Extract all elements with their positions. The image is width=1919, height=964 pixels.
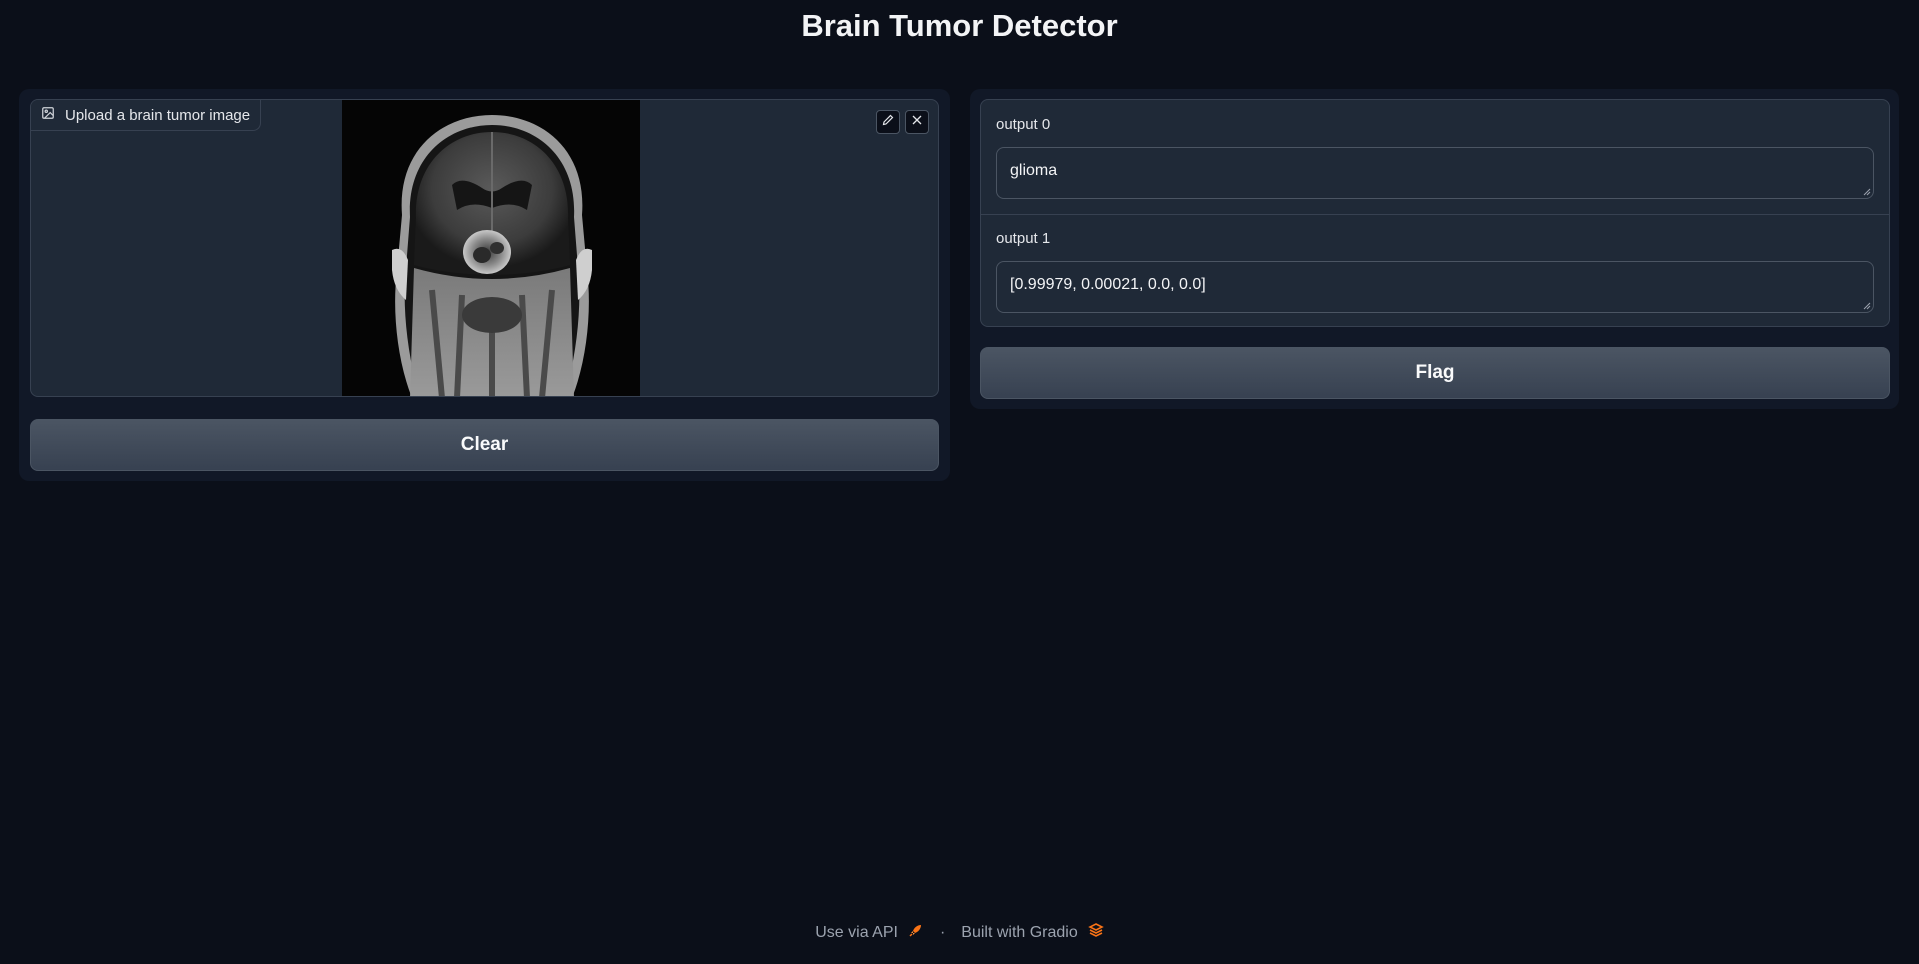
output-0-value: glioma xyxy=(1010,162,1058,179)
remove-image-button[interactable] xyxy=(905,110,929,134)
output-0-block: output 0 glioma xyxy=(981,100,1889,213)
image-upload[interactable]: Upload a brain tumor image xyxy=(30,99,939,397)
close-icon xyxy=(911,113,923,131)
output-panel: output 0 glioma output 1 [0.99979, 0.000… xyxy=(970,89,1899,409)
output-0-textbox[interactable]: glioma xyxy=(996,147,1874,199)
use-via-api-link[interactable]: Use via API xyxy=(815,924,898,942)
built-with-gradio-link[interactable]: Built with Gradio xyxy=(961,924,1078,942)
output-1-label: output 1 xyxy=(996,230,1051,247)
resize-grip-icon[interactable] xyxy=(1861,300,1871,310)
edit-image-button[interactable] xyxy=(876,110,900,134)
input-panel: Upload a brain tumor image Clear xyxy=(19,89,950,481)
flag-button[interactable]: Flag xyxy=(980,347,1890,399)
clear-button[interactable]: Clear xyxy=(30,419,939,471)
outputs-group: output 0 glioma output 1 [0.99979, 0.000… xyxy=(980,99,1890,327)
image-label: Upload a brain tumor image xyxy=(31,100,262,131)
output-0-label: output 0 xyxy=(996,116,1051,133)
resize-grip-icon[interactable] xyxy=(1861,186,1871,196)
rocket-icon xyxy=(908,922,924,943)
output-1-value: [0.99979, 0.00021, 0.0, 0.0] xyxy=(1010,276,1206,293)
output-1-block: output 1 [0.99979, 0.00021, 0.0, 0.0] xyxy=(981,214,1889,326)
image-icon xyxy=(41,106,55,124)
gradio-logo-icon xyxy=(1087,922,1104,943)
footer-separator: · xyxy=(939,923,946,941)
output-1-textbox[interactable]: [0.99979, 0.00021, 0.0, 0.0] xyxy=(996,261,1874,313)
mri-scan-image xyxy=(342,100,640,396)
image-label-text: Upload a brain tumor image xyxy=(65,106,251,124)
page-title: Brain Tumor Detector xyxy=(801,8,1118,43)
pencil-icon xyxy=(882,113,894,131)
footer: Use via API · Built with Gradio xyxy=(0,922,1919,943)
